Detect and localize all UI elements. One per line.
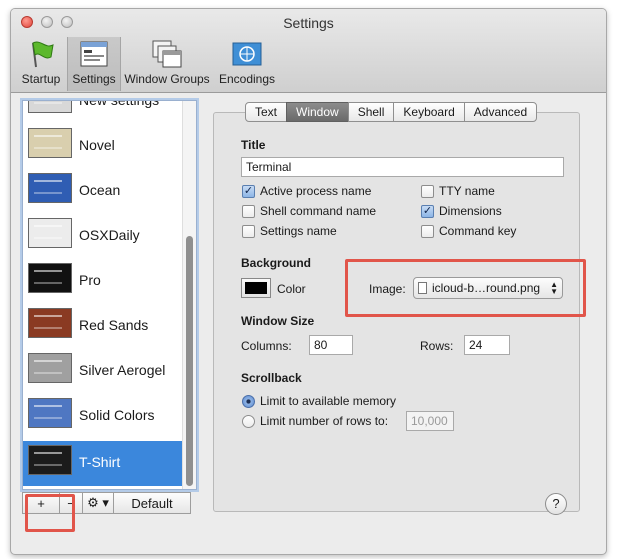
profile-thumbnail	[28, 263, 72, 293]
title-section-label: Title	[241, 138, 266, 152]
add-button-highlight	[25, 494, 75, 532]
checkbox-settings-name[interactable]: Settings name	[242, 224, 337, 238]
checkbox-active-process-name[interactable]: ✓ Active process name	[242, 184, 371, 198]
background-color-well[interactable]	[241, 278, 271, 298]
list-item[interactable]: Solid Colors	[23, 394, 183, 439]
checkbox-label: Shell command name	[260, 204, 377, 218]
un-flag-icon	[232, 42, 262, 66]
profile-thumbnail	[28, 173, 72, 203]
rows-label: Rows:	[420, 339, 454, 353]
checkmark-icon: ✓	[421, 204, 434, 218]
toolbar-encodings-label: Encodings	[218, 72, 276, 86]
profile-thumbnail	[28, 308, 72, 338]
checkbox-tty-name[interactable]: TTY name	[421, 184, 495, 198]
profile-thumbnail	[28, 218, 72, 248]
toolbar-window-groups-label: Window Groups	[124, 72, 210, 86]
checkbox-box	[242, 224, 255, 238]
checkbox-label: Settings name	[260, 224, 337, 238]
window-groups-icon	[152, 40, 182, 68]
checkbox-box	[421, 184, 434, 198]
radio-label: Limit number of rows to:	[260, 414, 389, 428]
checkbox-dimensions[interactable]: ✓ Dimensions	[421, 204, 502, 218]
radio-button	[242, 414, 255, 428]
checkbox-label: Active process name	[260, 184, 372, 198]
tab-shell[interactable]: Shell	[347, 102, 395, 122]
background-color-label: Color	[277, 282, 306, 296]
profile-thumbnail	[28, 445, 72, 475]
window-size-section-label: Window Size	[241, 314, 315, 328]
radio-limit-available-memory[interactable]: Limit to available memory	[242, 394, 396, 408]
toolbar-startup[interactable]: Startup	[15, 37, 67, 91]
list-item[interactable]: Novel	[23, 124, 183, 169]
tab-window[interactable]: Window	[286, 102, 349, 122]
help-button[interactable]: ?	[545, 493, 567, 515]
profile-thumbnail	[28, 353, 72, 383]
title-bar: Settings Startup Settings Window Groups …	[11, 9, 606, 93]
toolbar-window-groups[interactable]: Window Groups	[123, 37, 211, 91]
settings-window-icon	[80, 41, 108, 67]
profile-thumbnail	[28, 101, 72, 113]
window-title: Settings	[283, 15, 334, 31]
list-item[interactable]: OSXDaily	[23, 214, 183, 259]
rows-input[interactable]: 24	[464, 335, 510, 355]
list-item[interactable]: Ocean	[23, 169, 183, 214]
scrollbar-thumb[interactable]	[186, 236, 193, 486]
flag-icon	[32, 41, 54, 68]
profile-label: T-Shirt	[79, 454, 121, 470]
checkbox-label: TTY name	[439, 184, 495, 198]
toolbar-settings[interactable]: Settings	[67, 37, 121, 91]
scrollback-section-label: Scrollback	[241, 371, 302, 385]
tab-advanced[interactable]: Advanced	[463, 102, 538, 122]
checkbox-shell-command-name[interactable]: Shell command name	[242, 204, 376, 218]
checkmark-icon: ✓	[242, 184, 255, 198]
toolbar-startup-label: Startup	[21, 72, 61, 86]
profile-label: OSXDaily	[79, 227, 140, 243]
color-swatch	[245, 282, 267, 294]
radio-button-selected	[242, 394, 255, 408]
checkbox-box	[421, 224, 434, 238]
profile-label: New settings	[79, 100, 160, 108]
profile-label: Solid Colors	[79, 407, 155, 423]
gear-menu-button[interactable]: ⚙ ▾	[82, 492, 114, 514]
toolbar-encodings[interactable]: Encodings	[215, 37, 279, 91]
toolbar-settings-label: Settings	[72, 72, 116, 86]
tab-text[interactable]: Text	[245, 102, 288, 122]
profile-thumbnail	[28, 128, 72, 158]
image-option-highlight	[345, 259, 586, 317]
profile-label: Red Sands	[79, 317, 149, 333]
list-item[interactable]: Red Sands	[23, 304, 183, 349]
list-item[interactable]: New settings	[23, 100, 183, 124]
list-item[interactable]: Silver Aerogel	[23, 349, 183, 394]
columns-label: Columns:	[241, 339, 292, 353]
scrollback-rows-input[interactable]: 10,000	[406, 411, 454, 431]
checkbox-label: Command key	[439, 224, 517, 238]
checkbox-box	[242, 204, 255, 218]
profile-label: Ocean	[79, 182, 121, 198]
profile-label: Pro	[79, 272, 101, 288]
radio-label: Limit to available memory	[260, 394, 397, 408]
list-item-selected[interactable]: T-Shirt	[23, 441, 183, 486]
tab-bar: Text Window Shell Keyboard Advanced	[245, 102, 538, 122]
profile-thumbnail	[28, 398, 72, 428]
profile-label: Silver Aerogel	[79, 362, 166, 378]
background-section-label: Background	[241, 256, 312, 270]
title-input[interactable]: Terminal	[241, 157, 564, 177]
checkbox-command-key[interactable]: Command key	[421, 224, 516, 238]
profile-list[interactable]: New settings Novel Ocean OSXDaily Pro Re…	[22, 100, 197, 490]
columns-input[interactable]: 80	[309, 335, 353, 355]
list-item[interactable]: Pro	[23, 259, 183, 304]
profile-label: Novel	[79, 137, 115, 153]
tab-keyboard[interactable]: Keyboard	[393, 102, 465, 122]
radio-limit-number-rows[interactable]: Limit number of rows to:	[242, 414, 388, 428]
default-button[interactable]: Default	[113, 492, 191, 514]
checkbox-label: Dimensions	[439, 204, 502, 218]
list-scrollbar[interactable]	[182, 101, 196, 489]
